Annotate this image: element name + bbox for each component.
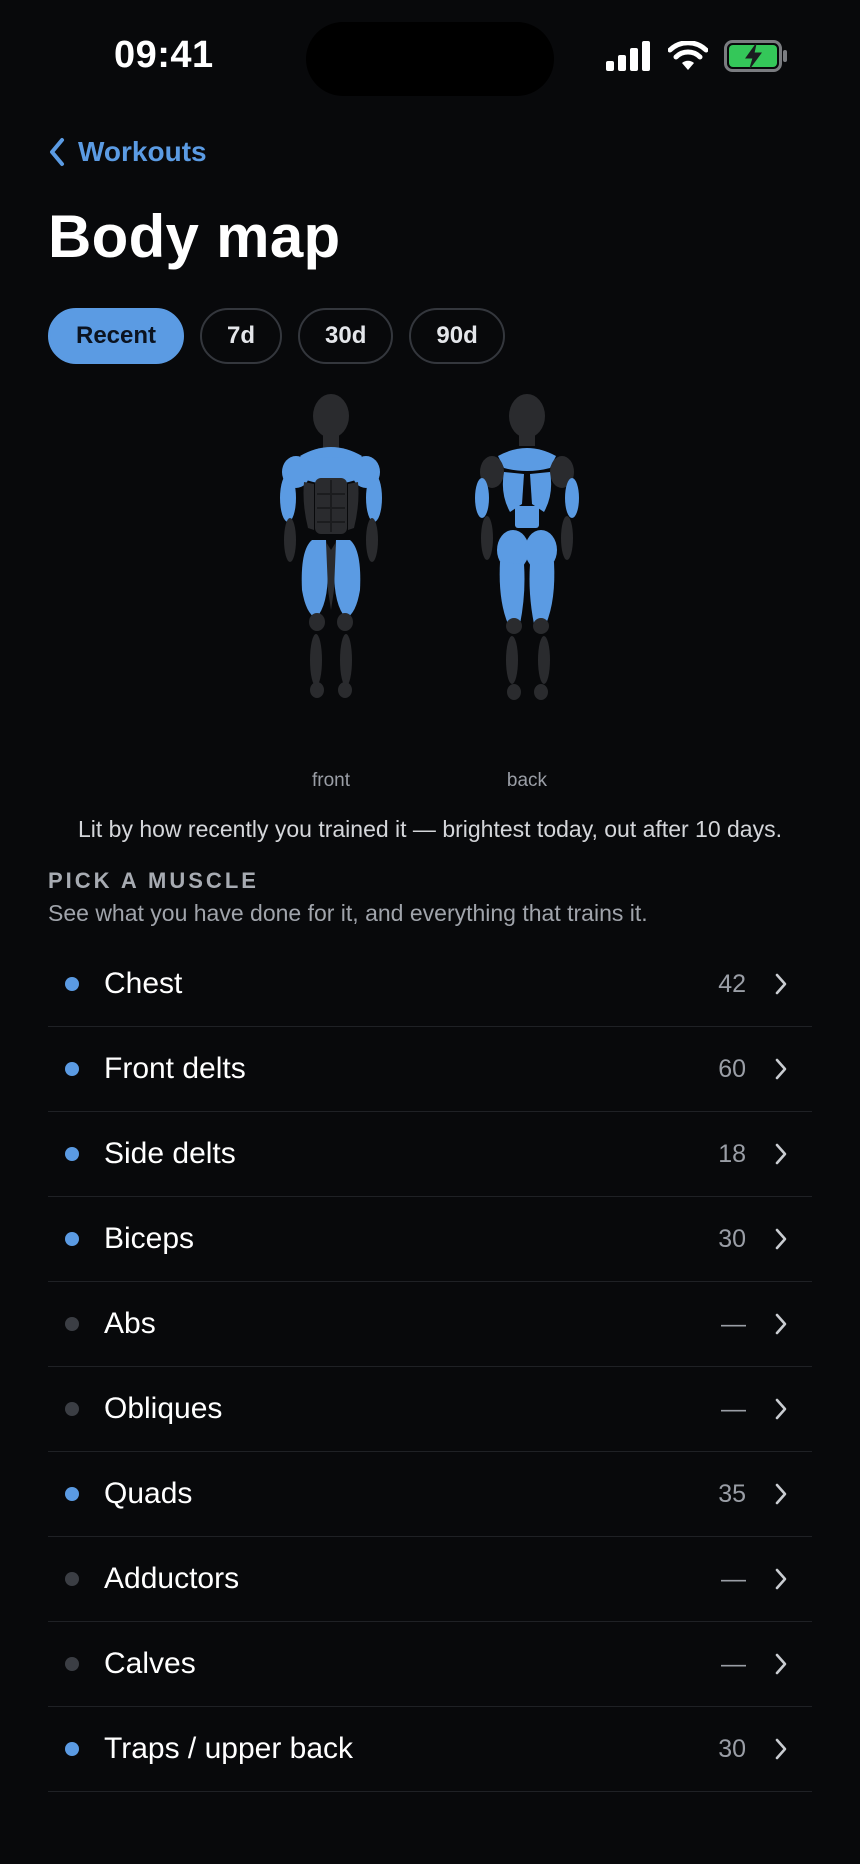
muscle-name: Calves <box>104 1647 196 1680</box>
muscle-name: Front delts <box>104 1052 246 1085</box>
page-title: Body map <box>48 203 341 270</box>
section-subtitle: See what you have done for it, and every… <box>48 900 648 926</box>
battery-charging-icon <box>724 40 787 72</box>
tab-recent[interactable]: Recent <box>48 308 185 364</box>
chevron-right-icon <box>775 1143 787 1165</box>
calf-right <box>340 634 352 686</box>
status-dot <box>65 1402 79 1416</box>
tab-30d[interactable]: 30d <box>298 308 394 364</box>
tab-90d[interactable]: 90d <box>409 308 505 364</box>
status-dot <box>65 1317 79 1331</box>
tab-7d[interactable]: 7d <box>200 308 283 364</box>
signal-icon <box>606 41 650 71</box>
muscle-name: Chest <box>104 967 183 1000</box>
muscle-row-abs[interactable]: Abs — <box>48 1282 812 1367</box>
status-icons <box>606 40 788 72</box>
status-dot <box>65 1742 79 1756</box>
muscle-count: — <box>721 1564 746 1593</box>
muscle-name: Obliques <box>104 1392 223 1425</box>
muscle-name: Quads <box>104 1477 193 1510</box>
muscle-name: Traps / upper back <box>104 1732 354 1765</box>
body-map-caption: Lit by how recently you trained it — bri… <box>77 816 782 842</box>
muscle-count: — <box>721 1309 746 1338</box>
section-title: PICK A MUSCLE <box>48 868 259 893</box>
calf-left <box>310 634 322 686</box>
muscle-list: Chest 42 Front delts 60 Side delts 18 Bi… <box>48 942 812 1792</box>
chevron-right-icon <box>775 1738 787 1760</box>
muscle-count: 42 <box>718 969 746 998</box>
quad-right <box>334 540 361 618</box>
chevron-right-icon <box>775 1483 787 1505</box>
muscle-count: 60 <box>718 1054 746 1083</box>
wifi-icon <box>668 41 708 70</box>
dynamic-island <box>306 22 554 96</box>
back-label: back <box>506 770 548 791</box>
muscle-row-side-delts[interactable]: Side delts 18 <box>48 1112 812 1197</box>
back-figure[interactable] <box>475 394 579 700</box>
chevron-right-icon <box>775 1313 787 1335</box>
muscle-name: Adductors <box>104 1562 240 1595</box>
chevron-right-icon <box>775 1058 787 1080</box>
status-dot <box>65 1657 79 1671</box>
status-dot <box>65 1572 79 1586</box>
status-dot <box>65 1147 79 1161</box>
chevron-right-icon <box>775 1653 787 1675</box>
chevron-left-icon <box>50 138 64 166</box>
chevron-right-icon <box>775 973 787 995</box>
status-time: 09:41 <box>114 34 214 76</box>
muscle-row-biceps[interactable]: Biceps 30 <box>48 1197 812 1282</box>
status-dot <box>65 1232 79 1246</box>
muscle-row-front-delts[interactable]: Front delts 60 <box>48 1027 812 1112</box>
muscle-name: Abs <box>104 1307 156 1340</box>
chevron-right-icon <box>775 1568 787 1590</box>
muscle-count: — <box>721 1394 746 1423</box>
bicep-right <box>366 474 382 522</box>
chevron-right-icon <box>775 1228 787 1250</box>
muscle-row-chest[interactable]: Chest 42 <box>48 942 812 1027</box>
muscle-name: Biceps <box>104 1222 195 1255</box>
muscle-row-traps-upper-back[interactable]: Traps / upper back 30 <box>48 1707 812 1792</box>
muscle-count: 35 <box>718 1479 746 1508</box>
front-figure[interactable] <box>280 394 382 698</box>
muscle-row-adductors[interactable]: Adductors — <box>48 1537 812 1622</box>
range-tabs: Recent 7d 30d 90d <box>48 308 505 364</box>
muscle-row-calves[interactable]: Calves — <box>48 1622 812 1707</box>
muscle-row-quads[interactable]: Quads 35 <box>48 1452 812 1537</box>
muscle-name: Side delts <box>104 1137 236 1170</box>
status-dot <box>65 1487 79 1501</box>
muscle-count: 18 <box>718 1139 746 1168</box>
muscle-count: 30 <box>718 1734 746 1763</box>
back-label: Workouts <box>78 136 207 167</box>
body-map <box>280 394 579 700</box>
muscle-row-obliques[interactable]: Obliques — <box>48 1367 812 1452</box>
chevron-right-icon <box>775 1398 787 1420</box>
bicep-left <box>280 474 296 522</box>
quad-left <box>301 540 328 618</box>
front-label: front <box>311 770 351 791</box>
status-bar: 09:41 <box>0 0 860 110</box>
muscle-count: — <box>721 1649 746 1678</box>
muscle-count: 30 <box>718 1224 746 1253</box>
back-traps <box>498 448 556 471</box>
status-dot <box>65 1062 79 1076</box>
status-dot <box>65 977 79 991</box>
back-button[interactable]: Workouts <box>48 136 207 168</box>
